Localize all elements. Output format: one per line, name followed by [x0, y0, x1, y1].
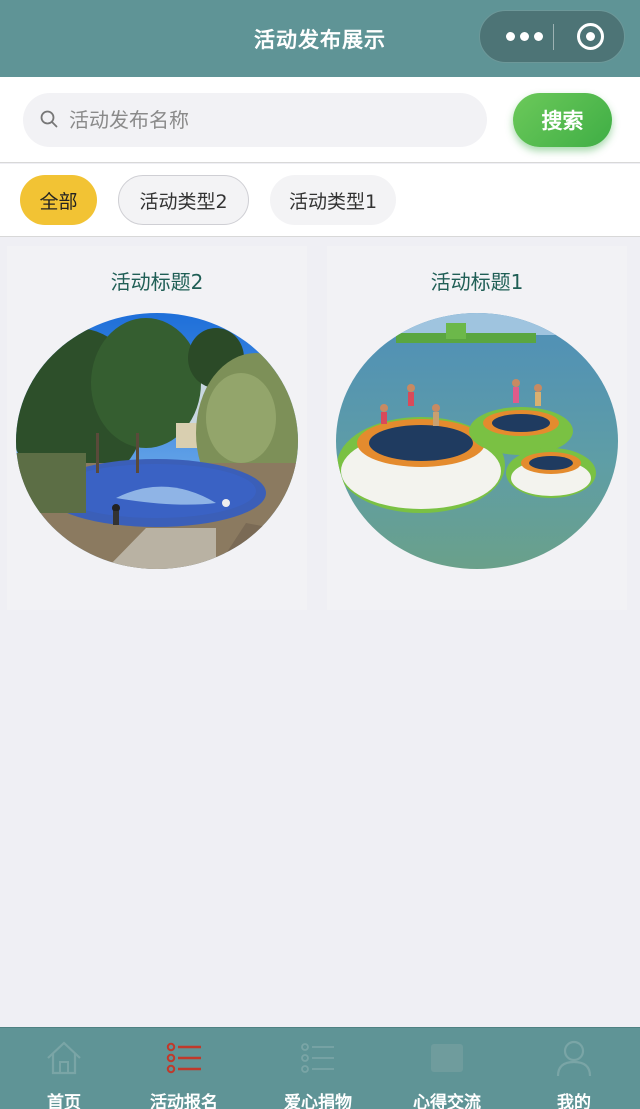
category-filter: 全部 活动类型2 活动类型1 [0, 164, 640, 237]
search-bar: 搜索 [0, 77, 640, 163]
chat-icon [431, 1044, 463, 1072]
tabbar-item-donation[interactable]: 爱心捐物 [254, 1028, 382, 1109]
tabbar-label: 我的 [557, 1093, 591, 1109]
tabbar-label: 心得交流 [413, 1093, 481, 1109]
search-box [23, 93, 487, 147]
activity-title: 活动标题1 [430, 270, 524, 294]
bottom-tab-bar: 首页 活动报名 爱心捐物 心得交流 我的 [0, 1027, 640, 1109]
activity-card[interactable]: 活动标题1 [327, 246, 627, 610]
miniprogram-capsule [479, 10, 625, 63]
activity-image[interactable] [336, 313, 618, 569]
tabbar-item-home[interactable]: 首页 [0, 1028, 128, 1109]
close-miniprogram-icon[interactable] [577, 23, 604, 50]
activity-image[interactable] [16, 313, 298, 569]
search-button[interactable]: 搜索 [513, 93, 612, 147]
search-icon [40, 110, 58, 128]
tabbar-label: 活动报名 [150, 1093, 218, 1109]
navigation-bar: 活动发布展示 [0, 0, 640, 77]
capsule-divider [553, 24, 554, 50]
tabbar-label: 爱心捐物 [284, 1093, 352, 1109]
tab-all[interactable]: 全部 [20, 175, 97, 225]
tabbar-item-activity-signup[interactable]: 活动报名 [120, 1028, 248, 1109]
tabbar-item-experience-exchange[interactable]: 心得交流 [383, 1028, 511, 1109]
list-icon [301, 1043, 334, 1073]
user-icon [556, 1040, 592, 1077]
tabbar-label: 首页 [47, 1093, 81, 1109]
search-input[interactable] [69, 93, 469, 147]
more-icon[interactable] [495, 11, 553, 62]
activity-title: 活动标题2 [110, 270, 204, 294]
tab-activity-type-1[interactable]: 活动类型1 [270, 175, 396, 225]
list-icon [166, 1042, 201, 1074]
home-icon [47, 1041, 81, 1075]
activity-card[interactable]: 活动标题2 [7, 246, 307, 610]
tabbar-item-mine[interactable]: 我的 [510, 1028, 638, 1109]
tab-activity-type-2[interactable]: 活动类型2 [118, 175, 249, 225]
